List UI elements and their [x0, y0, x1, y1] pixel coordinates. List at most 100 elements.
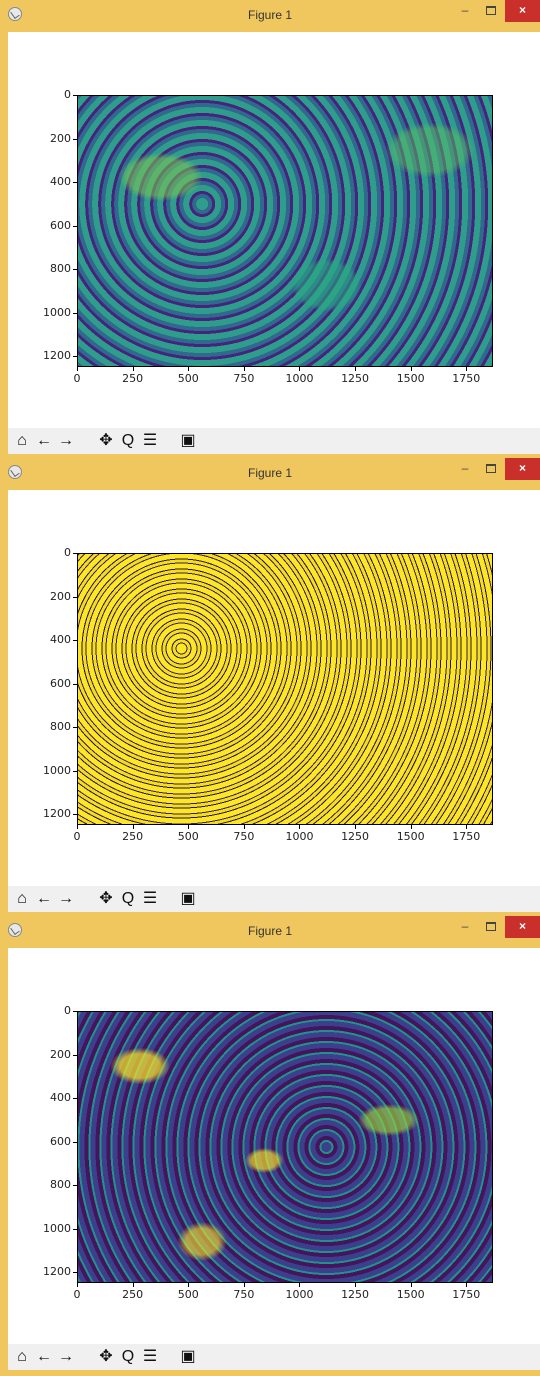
title-bar[interactable]: Figure 1 – ×	[0, 0, 540, 32]
y-tick-label: 0	[64, 546, 71, 559]
x-tick-mark	[410, 1283, 412, 1287]
x-tick-label: 1500	[396, 830, 425, 843]
y-tick-label: 800	[50, 720, 71, 734]
x-tick-mark	[299, 1283, 301, 1287]
y-tick-mark	[73, 814, 77, 816]
y-tick-label: 1000	[43, 305, 71, 319]
y-tick-mark	[73, 553, 77, 554]
y-tick-label: 800	[50, 262, 71, 276]
pan-icon[interactable]: ✥	[96, 888, 116, 910]
forward-arrow-icon[interactable]: →	[56, 1346, 76, 1368]
y-tick-mark	[73, 225, 77, 227]
title-bar[interactable]: Figure 1 – ×	[0, 916, 540, 948]
home-icon[interactable]: ⌂	[12, 888, 32, 910]
maximize-button[interactable]	[478, 916, 504, 938]
x-tick-label: 0	[73, 1288, 81, 1301]
y-tick-label: 0	[64, 1004, 71, 1017]
figure-canvas[interactable]: 0 200 400 600 800 1000 1200 0 250 500 750 1000 1250 1…	[8, 490, 540, 886]
pan-icon[interactable]: ✥	[96, 1346, 116, 1368]
minimize-button[interactable]: –	[452, 458, 478, 480]
y-tick-mark	[73, 312, 77, 314]
x-tick-mark	[466, 1283, 468, 1287]
back-arrow-icon[interactable]: ←	[34, 430, 54, 452]
close-button[interactable]: ×	[505, 916, 540, 938]
x-tick-mark	[132, 1283, 134, 1287]
x-tick-mark	[355, 367, 357, 371]
save-icon[interactable]: ▣	[178, 888, 198, 910]
x-tick-label: 1250	[341, 1288, 370, 1301]
x-tick-mark	[77, 1283, 78, 1287]
y-tick-label: 1200	[43, 1265, 71, 1279]
zoom-icon[interactable]: Q	[118, 888, 138, 910]
home-icon[interactable]: ⌂	[12, 430, 32, 452]
x-tick-label: 1250	[341, 372, 370, 385]
y-tick-label: 200	[50, 589, 71, 603]
x-tick-mark	[299, 367, 301, 371]
y-tick-mark	[73, 1054, 77, 1056]
home-icon[interactable]: ⌂	[12, 1346, 32, 1368]
x-tick-mark	[243, 367, 245, 371]
y-tick-mark	[73, 1185, 77, 1187]
maximize-icon	[486, 922, 496, 932]
y-tick-mark	[73, 182, 77, 184]
y-tick-label: 600	[50, 676, 71, 690]
configure-subplots-icon[interactable]: ☰	[140, 888, 160, 910]
figure-canvas[interactable]: 0 200 400 600 800 1000 1200 0 250 500 750 1000 1250 1…	[8, 32, 540, 428]
y-tick-label: 600	[50, 1134, 71, 1148]
x-tick-mark	[132, 825, 134, 829]
x-tick-mark	[77, 367, 78, 371]
image-plot[interactable]	[77, 553, 493, 825]
x-tick-label: 1750	[452, 1288, 481, 1301]
close-button[interactable]: ×	[505, 0, 540, 22]
back-arrow-icon[interactable]: ←	[34, 888, 54, 910]
maximize-icon	[486, 464, 496, 474]
save-icon[interactable]: ▣	[178, 1346, 198, 1368]
minimize-button[interactable]: –	[452, 916, 478, 938]
pan-icon[interactable]: ✥	[96, 430, 116, 452]
minimize-button[interactable]: –	[452, 0, 478, 22]
x-tick-mark	[77, 825, 78, 829]
figure-canvas[interactable]: 0 200 400 600 800 1000 1200 0 250 500 750 1000 1250 1…	[8, 948, 540, 1344]
back-arrow-icon[interactable]: ←	[34, 1346, 54, 1368]
x-tick-mark	[188, 367, 190, 371]
x-tick-label: 500	[177, 1288, 199, 1301]
x-tick-label: 0	[73, 830, 81, 843]
y-tick-mark	[73, 770, 77, 772]
x-tick-mark	[132, 367, 134, 371]
x-tick-mark	[188, 1283, 190, 1287]
y-tick-label: 400	[50, 1091, 71, 1105]
forward-arrow-icon[interactable]: →	[56, 430, 76, 452]
x-tick-label: 250	[122, 830, 144, 843]
x-tick-label: 1000	[285, 830, 314, 843]
y-tick-mark	[73, 356, 77, 358]
y-tick-label: 800	[50, 1178, 71, 1192]
y-tick-label: 400	[50, 633, 71, 647]
maximize-button[interactable]	[478, 0, 504, 22]
maximize-icon	[486, 6, 496, 16]
save-icon[interactable]: ▣	[178, 430, 198, 452]
forward-arrow-icon[interactable]: →	[56, 888, 76, 910]
x-tick-mark	[355, 825, 357, 829]
y-tick-mark	[73, 95, 77, 96]
x-tick-label: 1500	[396, 372, 425, 385]
image-plot[interactable]	[77, 1011, 493, 1283]
zoom-icon[interactable]: Q	[118, 1346, 138, 1368]
x-tick-label: 1000	[285, 1288, 314, 1301]
y-tick-mark	[73, 640, 77, 642]
title-bar[interactable]: Figure 1 – ×	[0, 458, 540, 490]
y-tick-mark	[73, 269, 77, 271]
figure-window-2: Figure 1 – × 0 200 400 600 800 1000 1200 0 250 50…	[0, 458, 540, 916]
configure-subplots-icon[interactable]: ☰	[140, 1346, 160, 1368]
close-button[interactable]: ×	[505, 458, 540, 480]
zoom-icon[interactable]: Q	[118, 430, 138, 452]
y-tick-mark	[73, 1011, 77, 1012]
y-tick-mark	[73, 1141, 77, 1143]
image-plot[interactable]	[77, 95, 493, 367]
navigation-toolbar: ⌂ ← → ✥ Q ☰ ▣	[8, 886, 540, 912]
x-tick-mark	[188, 825, 190, 829]
x-tick-label: 250	[122, 1288, 144, 1301]
x-tick-mark	[243, 825, 245, 829]
configure-subplots-icon[interactable]: ☰	[140, 430, 160, 452]
navigation-toolbar: ⌂ ← → ✥ Q ☰ ▣	[8, 1344, 540, 1370]
maximize-button[interactable]	[478, 458, 504, 480]
